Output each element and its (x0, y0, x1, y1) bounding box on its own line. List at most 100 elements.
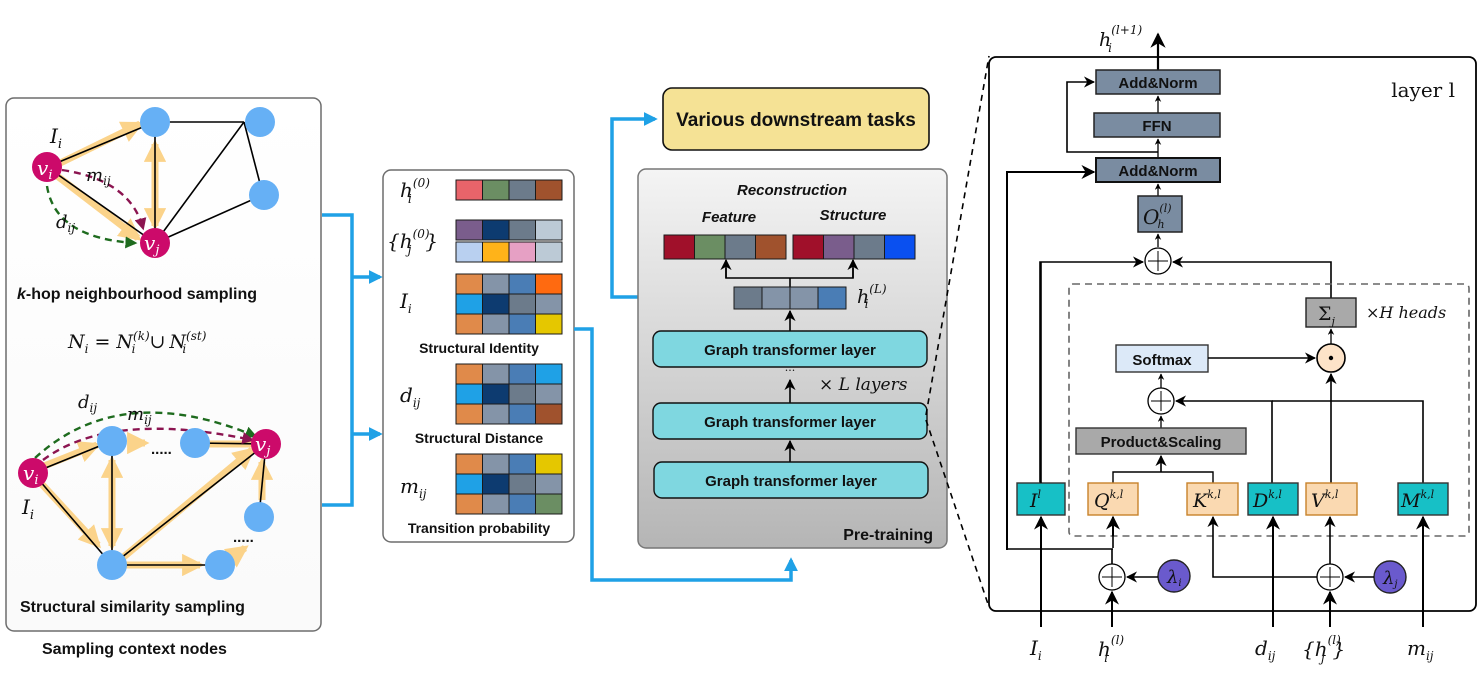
feature-cell (482, 219, 510, 241)
feature-row-caption: Structural Distance (415, 430, 544, 446)
layers-ellipsis: ··· (785, 364, 796, 377)
transformer-layer-mid-label: Graph transformer layer (704, 414, 876, 431)
K-box: Kk,l (1186, 482, 1239, 516)
hL-cell (789, 286, 819, 310)
structure-recon-cell (853, 234, 885, 260)
feature-cell (535, 313, 563, 335)
feature-label: Feature (702, 209, 756, 226)
hL-cell (733, 286, 763, 310)
feature-cell (535, 453, 563, 475)
feature-cell (508, 383, 536, 405)
reconstruction-label: Reconstruction (737, 182, 847, 199)
hL-cell (761, 286, 791, 310)
graph-node (245, 107, 275, 137)
I-box: Il (1016, 482, 1066, 516)
D-box: Dk,l (1247, 482, 1299, 516)
feature-cell (482, 403, 510, 425)
feature-cell (455, 363, 483, 385)
product-scaling-label: Product&Scaling (1101, 434, 1222, 451)
feature-reconstruction-vector (663, 234, 787, 260)
ffn-label: FFN (1142, 118, 1171, 135)
feature-panel: h(0) i{h(0) j}IiStructural IdentitydijStru… (382, 169, 575, 543)
feature-cell (455, 473, 483, 495)
Q-box: Qk,l (1087, 482, 1139, 516)
blue-bracket (322, 213, 354, 507)
feature-cell (482, 241, 510, 263)
dot-icon (1328, 355, 1334, 361)
feature-cell (508, 241, 536, 263)
input-I-label: Ii (1029, 636, 1042, 663)
graph-node (244, 502, 274, 532)
feature-cell (508, 313, 536, 335)
sampling-to-features-connector (322, 213, 383, 507)
structure-recon-cell (792, 234, 824, 260)
feature-cell (482, 313, 510, 335)
feature-row-caption: Transition probability (408, 520, 551, 536)
layer-detail-frame (988, 56, 1477, 612)
sampling-caption: Sampling context nodes (42, 641, 227, 658)
feature-cell (455, 313, 483, 335)
feature-cell (535, 241, 563, 263)
V-box: Vk,l (1305, 482, 1358, 516)
output-label: h(l+1) i (1099, 23, 1142, 55)
feature-cell (455, 383, 483, 405)
transformer-layer-bottom-label: Graph transformer layer (705, 473, 877, 490)
feature-row-label: {h(0) j} (387, 227, 438, 257)
input-d-label: dij (1255, 636, 1276, 663)
embedding-vector-hL (733, 286, 847, 310)
heads-label: ×H heads (1366, 303, 1446, 322)
feature-cell (455, 493, 483, 515)
khop-title: k-hop neighbourhood sampling (17, 286, 257, 303)
feature-cell (455, 453, 483, 475)
feature-recon-cell (694, 234, 726, 260)
feature-cell (535, 473, 563, 495)
transformer-layer-top-label: Graph transformer layer (704, 342, 876, 359)
graph-node (140, 107, 170, 137)
add-norm-top-label: Add&Norm (1118, 75, 1197, 92)
feature-cell (482, 293, 510, 315)
structure-recon-cell (884, 234, 916, 260)
feature-recon-cell (724, 234, 756, 260)
feature-cell (455, 241, 483, 263)
feature-recon-cell (755, 234, 787, 260)
feature-cell (508, 273, 536, 295)
feature-cell (535, 293, 563, 315)
layer-title: layer l (1391, 78, 1455, 102)
feature-cell (482, 363, 510, 385)
feature-cell (535, 363, 563, 385)
feature-cell (482, 383, 510, 405)
feature-cell (535, 179, 563, 201)
feature-cell (482, 273, 510, 295)
feature-row-caption: Structural Identity (419, 340, 539, 356)
layer-detail-panel: layer l h(l+1) i Add&Norm FFN Add&Norm O(… (988, 23, 1477, 665)
feature-cell (455, 273, 483, 295)
structure-reconstruction-vector (792, 234, 916, 260)
feature-cell (482, 453, 510, 475)
path-ellipsis: ..... (233, 529, 254, 546)
structure-label: Structure (820, 207, 887, 224)
feature-cell (535, 273, 563, 295)
feature-cell (508, 363, 536, 385)
feature-cell (535, 219, 563, 241)
feature-cell (508, 453, 536, 475)
hL-cell (817, 286, 847, 310)
graph-node (205, 550, 235, 580)
pretraining-caption: Pre-training (843, 527, 933, 544)
feature-cell (482, 473, 510, 495)
graph-node (180, 428, 210, 458)
feature-cell (508, 179, 536, 201)
pretraining-panel: Reconstruction Feature Structure h(L) i G… (637, 168, 948, 549)
input-h-label: h(l) i (1098, 633, 1124, 665)
times-L-layers: × L layers (819, 375, 908, 395)
softmax-label: Softmax (1132, 352, 1192, 369)
add-norm-bottom-label: Add&Norm (1118, 163, 1197, 180)
structural-title: Structural similarity sampling (20, 599, 245, 616)
feature-cell (508, 219, 536, 241)
sampling-panel: vi vj Ii mij dij k-hop neighbourhood sam… (5, 97, 322, 658)
structure-recon-cell (823, 234, 855, 260)
diagram-canvas: vi vj Ii mij dij k-hop neighbourhood sam… (5, 23, 1477, 665)
input-hj-label: {h(l) j} (1302, 633, 1345, 665)
graph-node (97, 550, 127, 580)
feature-cell (455, 293, 483, 315)
feature-recon-cell (663, 234, 695, 260)
